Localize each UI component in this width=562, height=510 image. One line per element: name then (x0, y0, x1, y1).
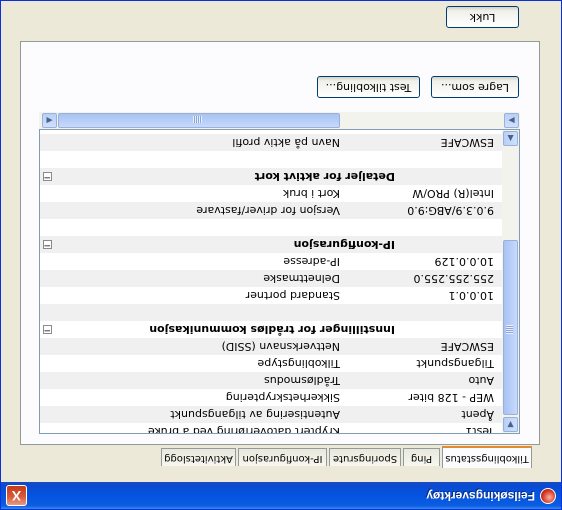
close-button[interactable]: Lukk (446, 6, 519, 28)
table-row: 9.0.3.9/ABG:9.0 Versjon for driver/fastva… (40, 202, 502, 219)
tab-ip-configuration[interactable]: IP-konfigurasjon (238, 448, 327, 466)
scroll-left-arrow-icon[interactable]: ◀ (42, 113, 57, 128)
table-row: Test1 Kryptert datoverføring ved å bruke (40, 423, 502, 434)
section-header: Detaljer for aktivt kort − (40, 168, 502, 185)
table-row: Tilgangspunkt Tilkoblingstype (40, 355, 502, 372)
table-row: 10.0.0.129 IP-adresse (40, 253, 502, 270)
row-label: Nettverksnavn (SSID) (221, 340, 340, 353)
row-value: ESWCAFE (440, 136, 494, 149)
tab-traceroute[interactable]: Sporingsrute (329, 448, 401, 466)
scroll-down-arrow-icon[interactable]: ▼ (503, 417, 518, 432)
close-icon[interactable]: X (6, 485, 27, 506)
blank-row (40, 304, 502, 321)
row-label: Trådløsmodus (264, 374, 340, 387)
scroll-right-arrow-icon[interactable]: ▶ (504, 113, 519, 128)
row-value: Tilgangspunkt (416, 357, 494, 370)
blank-row (40, 151, 502, 168)
section-header: IP-konfigurasjon − (40, 236, 502, 253)
collapse-icon[interactable]: − (43, 325, 52, 335)
collapse-icon[interactable]: − (43, 240, 52, 250)
row-label: Kort i bruk (282, 187, 340, 200)
tab-connection-status[interactable]: Tilkoblingsstatus (442, 446, 532, 468)
row-label: Versjon for driver/fastvare (196, 204, 340, 217)
row-value: 10.0.0.1 (448, 289, 494, 302)
table-row: 255.255.255.0 Delnettmaske (40, 270, 502, 287)
table-row: Intel(R) PRO/W Kort i bruk (40, 185, 502, 202)
row-value: I drift (465, 129, 494, 134)
row-label: Sikkerhetskryptering (225, 391, 340, 404)
tab-activity-log[interactable]: Aktivitetslogg (161, 448, 236, 466)
status-list: ▼ ▲ Test1 Kryptert datoverføring ved å br… (39, 129, 520, 434)
app-icon (540, 488, 556, 504)
section-label: Detaljer for aktivt kort (254, 170, 395, 183)
row-label: Autentisering av tilgangspunkt (170, 408, 340, 421)
row-value: 10.0.0.129 (434, 255, 494, 268)
grip-icon (193, 116, 202, 123)
scroll-up-arrow-icon[interactable]: ▲ (503, 131, 518, 146)
title-bar[interactable]: Feilsøkingsverktøy X (1, 482, 561, 509)
table-row: Auto Trådløsmodus (40, 372, 502, 389)
tab-panel: ▼ ▲ Test1 Kryptert datoverføring ved å br… (20, 41, 540, 445)
row-label: Navn på aktiv profil (232, 136, 340, 149)
table-row: I drift Tilkoblingsstatus (40, 129, 502, 134)
troubleshooting-window: Feilsøkingsverktøy X Tilkoblingsstatus P… (0, 0, 562, 510)
row-value: Åpent (461, 408, 494, 421)
grip-icon (506, 325, 513, 334)
stage: Feilsøkingsverktøy X Tilkoblingsstatus P… (0, 0, 562, 510)
row-value: 255.255.255.0 (413, 272, 494, 285)
row-value: Intel(R) PRO/W (412, 187, 494, 200)
section-label: IP-konfigurasjon (293, 238, 395, 251)
row-value: Test1 (465, 425, 494, 434)
row-label: Delnettmaske (263, 272, 340, 285)
horizontal-scroll-thumb[interactable] (58, 113, 340, 128)
row-value: WEP - 128 biter (408, 391, 494, 404)
vertical-scrollbar[interactable]: ▼ ▲ (502, 130, 519, 433)
table-row: WEP - 128 biter Sikkerhetskryptering (40, 389, 502, 406)
row-label: Tilkoblingstype (257, 357, 340, 370)
section-header: Innstillinger for trådløs kommunikasjon − (40, 321, 502, 338)
row-label: IP-adresse (283, 255, 340, 268)
window-title: Feilsøkingsverktøy (426, 489, 535, 503)
list-rows: Test1 Kryptert datoverføring ved å bruke Å… (40, 129, 502, 434)
row-label: Kryptert datoverføring ved å bruke (147, 425, 340, 434)
table-row: 10.0.0.1 Standard portner (40, 287, 502, 304)
row-label: Tilkoblingsstatus (248, 129, 340, 134)
table-row: ESWCAFE Navn på aktiv profil (40, 134, 502, 151)
blank-row (40, 219, 502, 236)
row-value: Auto (468, 374, 494, 387)
row-value: 9.0.3.9/ABG:9.0 (407, 204, 494, 217)
test-connection-button[interactable]: Test tilkobling... (317, 76, 420, 98)
vertical-scroll-thumb[interactable] (503, 240, 518, 415)
table-row: ESWCAFE Nettverksnavn (SSID) (40, 338, 502, 355)
save-as-button[interactable]: Lagre som... (431, 76, 519, 98)
collapse-icon[interactable]: − (43, 172, 52, 182)
table-row: Åpent Autentisering av tilgangspunkt (40, 406, 502, 423)
section-label: Innstillinger for trådløs kommunikasjon (149, 323, 395, 336)
horizontal-scrollbar[interactable]: ▶ ◀ (39, 112, 520, 129)
tab-ping[interactable]: Ping (403, 448, 440, 466)
row-label: Standard portner (245, 289, 340, 302)
row-value: ESWCAFE (440, 340, 494, 353)
